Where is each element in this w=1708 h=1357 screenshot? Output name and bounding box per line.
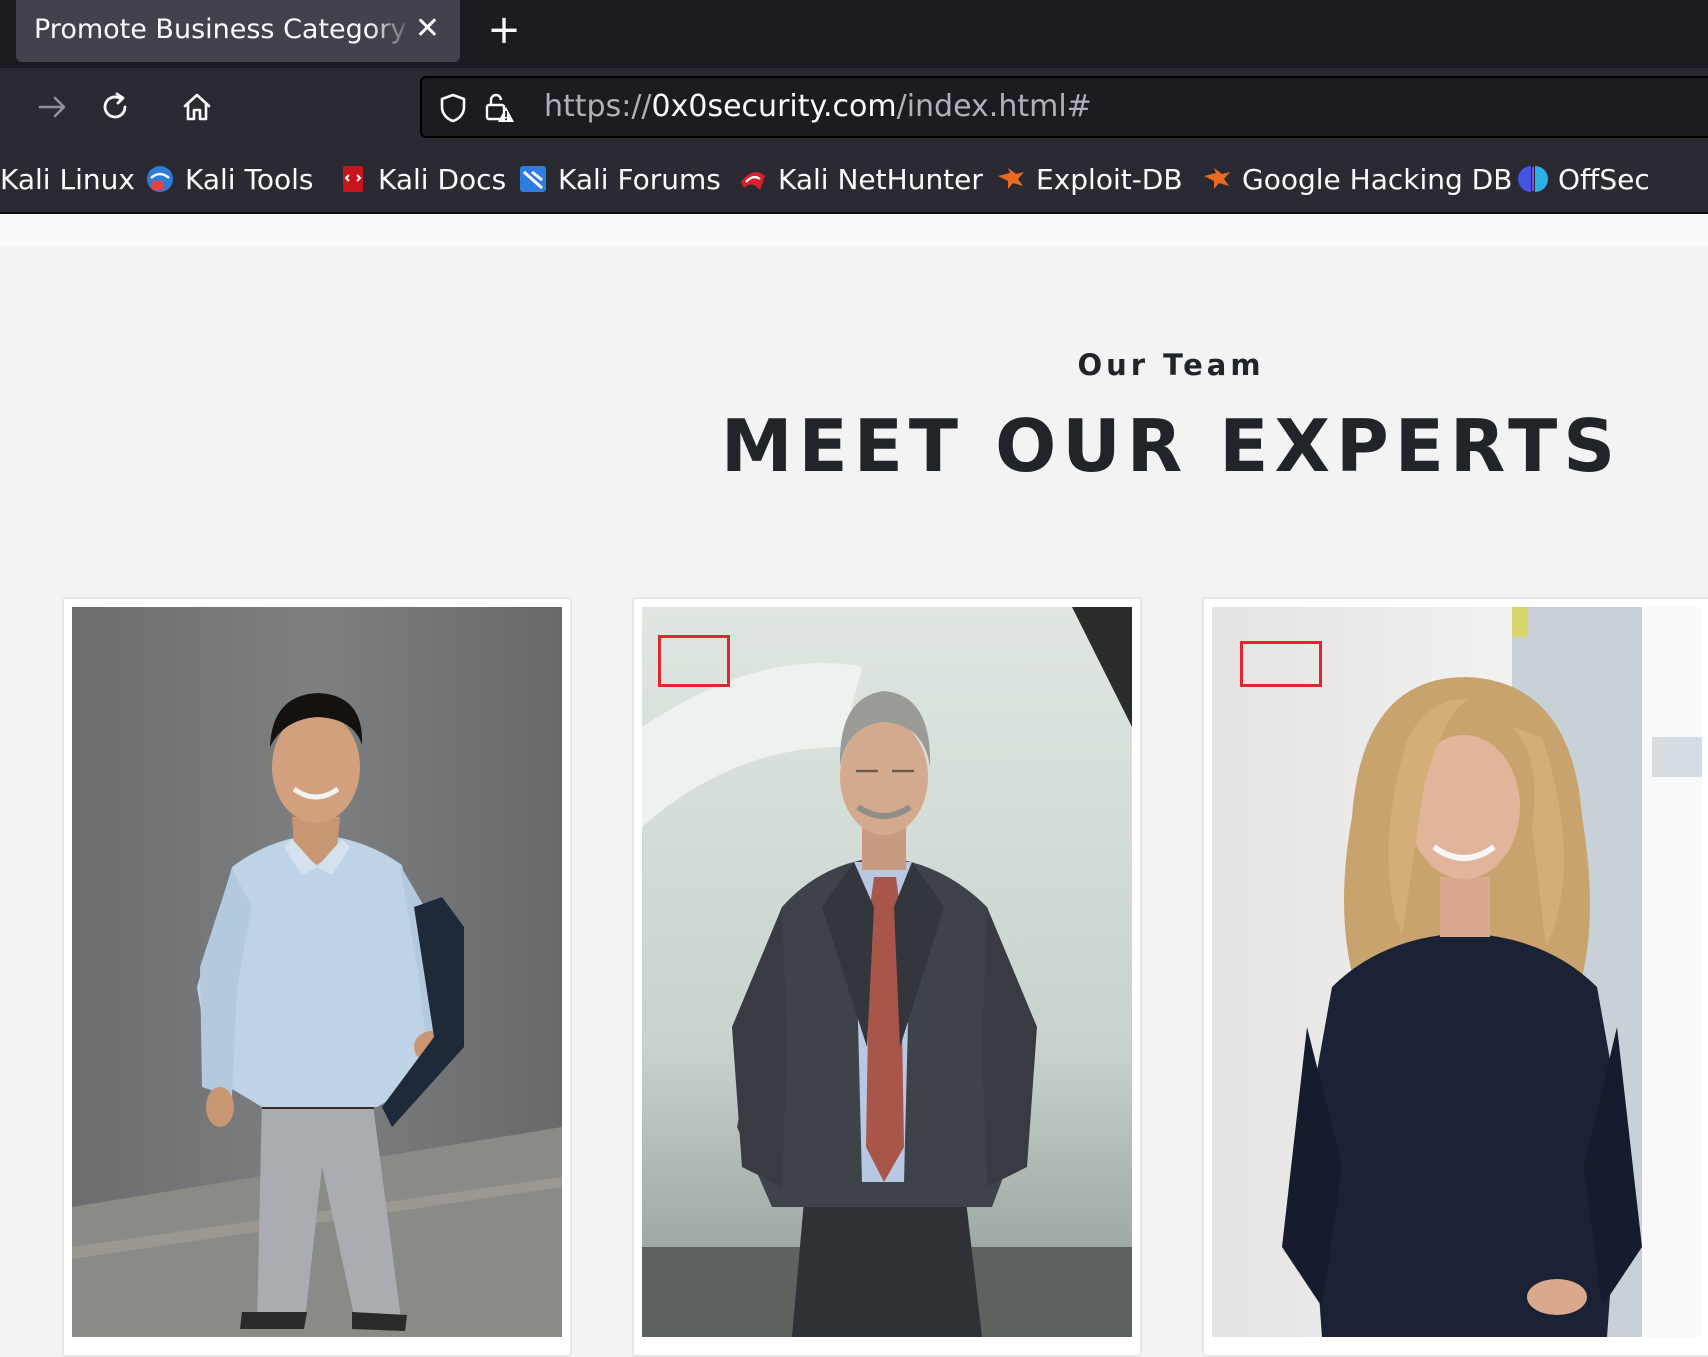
team-member-photo-2 <box>642 607 1132 1337</box>
bookmark-exploit-db[interactable]: Exploit-DB <box>996 146 1183 212</box>
section-title: MEET OUR EXPERTS <box>720 404 1622 488</box>
tab-title: Promote Business Category Ex <box>34 14 414 45</box>
team-member-card-1[interactable] <box>62 597 572 1357</box>
insecure-lock-warning-icon[interactable] <box>482 91 516 125</box>
kali-forums-icon <box>518 164 548 194</box>
offsec-icon <box>1518 164 1548 194</box>
bookmark-label: Kali Docs <box>378 162 507 196</box>
google-hacking-db-icon <box>1202 164 1232 194</box>
url-path: /index.html# <box>896 89 1092 124</box>
url-host: 0x0security.com <box>651 89 897 124</box>
bookmark-kali-tools[interactable]: Kali Tools <box>145 146 313 212</box>
bookmarks-toolbar: Kali Linux Kali Tools Kali Docs Kali For… <box>0 146 1708 214</box>
page-top-strip <box>0 214 1708 246</box>
bookmark-label: OffSec <box>1558 162 1650 196</box>
bookmark-kali-docs[interactable]: Kali Docs <box>338 146 506 212</box>
bookmark-label: Google Hacking DB <box>1242 162 1513 196</box>
tab-close-icon[interactable]: ✕ <box>415 0 440 58</box>
forward-icon[interactable] <box>24 78 82 136</box>
new-tab-icon[interactable]: + <box>484 6 524 54</box>
kali-tools-icon <box>145 164 175 194</box>
browser-tab-active[interactable]: Promote Business Category Ex ✕ <box>16 0 460 62</box>
highlight-box <box>658 635 730 687</box>
tracking-protection-shield-icon[interactable] <box>436 91 470 125</box>
url-text[interactable]: https://0x0security.com/index.html# <box>544 78 1092 136</box>
bookmark-kali-nethunter[interactable]: Kali NetHunter <box>738 146 983 212</box>
team-member-card-2[interactable] <box>632 597 1142 1357</box>
url-scheme: https:// <box>544 89 652 124</box>
tab-strip: Promote Business Category Ex ✕ + <box>0 0 1708 68</box>
kali-docs-icon <box>338 164 368 194</box>
kali-nethunter-icon <box>738 164 768 194</box>
bookmark-label: Exploit-DB <box>1036 162 1183 196</box>
reload-icon[interactable] <box>86 78 144 136</box>
section-subtitle: Our Team <box>1077 348 1265 382</box>
bookmark-kali-linux[interactable]: Kali Linux <box>0 146 135 212</box>
team-member-photo-3 <box>1212 607 1702 1337</box>
team-member-photo-1 <box>72 607 562 1337</box>
bookmark-label: Kali Forums <box>558 162 721 196</box>
navigation-toolbar: https://0x0security.com/index.html# <box>0 68 1708 146</box>
home-icon[interactable] <box>168 78 226 136</box>
bookmark-label: Kali NetHunter <box>778 162 983 196</box>
bookmark-offsec[interactable]: OffSec <box>1518 146 1650 212</box>
bookmark-kali-forums[interactable]: Kali Forums <box>518 146 721 212</box>
bookmark-label: Kali Tools <box>185 162 314 196</box>
bookmark-google-hacking-db[interactable]: Google Hacking DB <box>1202 146 1512 212</box>
url-bar[interactable]: https://0x0security.com/index.html# <box>420 76 1708 138</box>
exploit-db-icon <box>996 164 1026 194</box>
bookmark-label: Kali Linux <box>0 162 135 196</box>
team-member-card-3[interactable] <box>1202 597 1708 1357</box>
highlight-box <box>1240 641 1322 687</box>
page-content: Our Team MEET OUR EXPERTS <box>0 214 1708 1357</box>
